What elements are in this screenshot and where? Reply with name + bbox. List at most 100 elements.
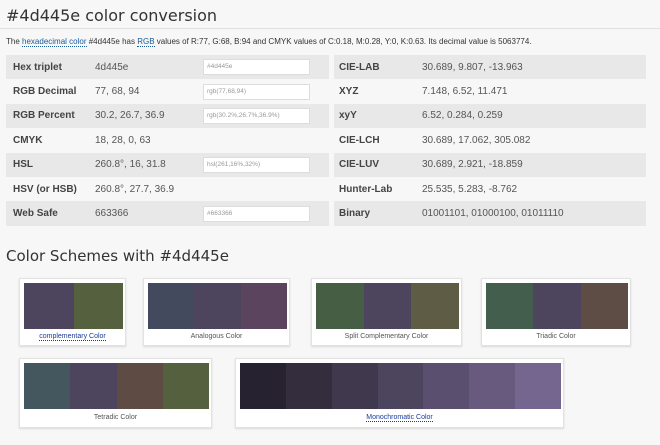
scheme-label-text: Triadic Color bbox=[536, 333, 576, 340]
format-value: 30.2, 26.7, 36.9 bbox=[95, 103, 203, 129]
format-value: 18, 28, 0, 63 bbox=[95, 128, 203, 153]
color-scheme-card[interactable]: Triadic Color bbox=[481, 278, 631, 346]
css-value-field[interactable]: rgb(77,68,94) bbox=[203, 83, 310, 100]
color-swatch[interactable] bbox=[194, 283, 241, 329]
format-label: XYZ bbox=[334, 79, 422, 104]
page-title: #4d445e color conversion bbox=[6, 6, 218, 25]
rgb-link[interactable]: RGB bbox=[137, 37, 155, 47]
color-swatch[interactable] bbox=[148, 283, 195, 329]
css-value-cell: rgb(30.2%,26.7%,36.9%) bbox=[203, 103, 329, 129]
color-scheme-card[interactable]: Split Complementary Color bbox=[311, 278, 462, 346]
color-swatch[interactable] bbox=[377, 363, 424, 409]
hexadecimal-color-link[interactable]: hexadecimal color bbox=[22, 37, 87, 47]
conversion-row: HSV (or HSB) 260.8°, 27.7, 36.9 Hunter-Lab… bbox=[6, 176, 646, 202]
css-value-cell bbox=[203, 176, 329, 202]
scheme-label: Triadic Color bbox=[482, 333, 630, 340]
swatch-strip bbox=[24, 283, 123, 329]
css-value-cell: hsl(261,16%,32%) bbox=[203, 152, 329, 177]
css-value-field[interactable]: #663366 bbox=[203, 205, 310, 222]
format-label: CMYK bbox=[6, 128, 95, 153]
conversion-row: HSL 260.8°, 16, 31.8 hsl(261,16%,32%) CIE-L… bbox=[6, 152, 646, 177]
format-value: 663366 bbox=[95, 201, 203, 226]
format-label: RGB Decimal bbox=[6, 79, 95, 104]
format-value: 30.689, 17.062, 305.082 bbox=[422, 128, 646, 153]
color-swatch[interactable] bbox=[469, 363, 516, 409]
scheme-label: Analogous Color bbox=[144, 333, 289, 340]
css-value-field[interactable]: rgb(30.2%,26.7%,36.9%) bbox=[203, 107, 310, 124]
format-value: 6.52, 0.284, 0.259 bbox=[422, 103, 646, 129]
color-swatch[interactable] bbox=[240, 363, 286, 409]
css-value-cell: #4d445e bbox=[203, 55, 329, 80]
color-swatch[interactable] bbox=[580, 283, 628, 329]
css-value-field[interactable]: #4d445e bbox=[203, 59, 310, 76]
scheme-label-text[interactable]: complementary Color bbox=[39, 333, 106, 341]
format-value: 01001101, 01000100, 01011110 bbox=[422, 201, 646, 226]
intro-rest: values of R:77, G:68, B:94 and CMYK valu… bbox=[154, 37, 532, 46]
format-label: Hunter-Lab bbox=[334, 176, 422, 202]
format-label: Hex triplet bbox=[6, 55, 95, 80]
conversion-row: RGB Percent 30.2, 26.7, 36.9 rgb(30.2%,26.… bbox=[6, 103, 646, 129]
color-swatch[interactable] bbox=[533, 283, 581, 329]
css-value-cell bbox=[203, 128, 329, 153]
color-swatch[interactable] bbox=[331, 363, 378, 409]
color-swatch[interactable] bbox=[316, 283, 364, 329]
color-swatch[interactable] bbox=[24, 363, 71, 409]
swatch-strip bbox=[24, 363, 209, 409]
scheme-label[interactable]: complementary Color bbox=[20, 333, 125, 341]
format-label: HSV (or HSB) bbox=[6, 176, 95, 202]
intro-pre: The bbox=[6, 37, 23, 46]
schemes-title: Color Schemes with #4d445e bbox=[6, 247, 229, 265]
format-value: 77, 68, 94 bbox=[95, 79, 203, 104]
color-swatch[interactable] bbox=[411, 283, 459, 329]
scheme-label-text[interactable]: Monochromatic Color bbox=[366, 414, 433, 422]
intro-mid: #4d445e has bbox=[86, 37, 138, 46]
conversion-table: Hex triplet 4d445e #4d445e CIE-LAB 30.689, 9… bbox=[6, 55, 646, 226]
format-label: Binary bbox=[334, 201, 422, 226]
color-swatch[interactable] bbox=[24, 283, 74, 329]
format-label: RGB Percent bbox=[6, 103, 95, 129]
color-swatch[interactable] bbox=[285, 363, 332, 409]
conversion-row: RGB Decimal 77, 68, 94 rgb(77,68,94) XYZ 7.1… bbox=[6, 79, 646, 104]
format-value: 30.689, 2.921, -18.859 bbox=[422, 152, 646, 177]
conversion-row: Hex triplet 4d445e #4d445e CIE-LAB 30.689, 9… bbox=[6, 55, 646, 80]
scheme-label: Tetradic Color bbox=[20, 414, 211, 421]
format-label: Web Safe bbox=[6, 201, 95, 226]
color-swatch[interactable] bbox=[515, 363, 561, 409]
color-swatch[interactable] bbox=[73, 283, 123, 329]
color-swatch[interactable] bbox=[363, 283, 412, 329]
color-scheme-card[interactable]: Monochromatic Color bbox=[235, 358, 564, 428]
scheme-label[interactable]: Monochromatic Color bbox=[236, 414, 563, 422]
title-divider bbox=[0, 28, 660, 29]
color-swatch[interactable] bbox=[116, 363, 163, 409]
swatch-strip bbox=[486, 283, 628, 329]
color-swatch[interactable] bbox=[486, 283, 534, 329]
color-swatch[interactable] bbox=[240, 283, 287, 329]
swatch-strip bbox=[240, 363, 561, 409]
scheme-label-text: Analogous Color bbox=[190, 333, 243, 340]
scheme-label-text: Split Complementary Color bbox=[344, 333, 429, 340]
intro-text: The hexadecimal color #4d445e has RGB va… bbox=[6, 37, 532, 47]
format-value: 260.8°, 27.7, 36.9 bbox=[95, 176, 203, 202]
color-swatch[interactable] bbox=[423, 363, 470, 409]
css-value-field[interactable]: hsl(261,16%,32%) bbox=[203, 156, 310, 173]
color-scheme-card[interactable]: Analogous Color bbox=[143, 278, 290, 346]
scheme-label: Split Complementary Color bbox=[312, 333, 461, 340]
css-value-cell: #663366 bbox=[203, 201, 329, 226]
conversion-row: Web Safe 663366 #663366 Binary 01001101, 010… bbox=[6, 201, 646, 226]
swatch-strip bbox=[148, 283, 287, 329]
color-scheme-card[interactable]: Tetradic Color bbox=[19, 358, 212, 428]
format-value: 4d445e bbox=[95, 55, 203, 80]
format-label: CIE-LAB bbox=[334, 55, 422, 80]
scheme-label-text: Tetradic Color bbox=[93, 414, 138, 421]
format-value: 7.148, 6.52, 11.471 bbox=[422, 79, 646, 104]
conversion-row: CMYK 18, 28, 0, 63 CIE-LCH 30.689, 17.062, … bbox=[6, 128, 646, 153]
color-swatch[interactable] bbox=[162, 363, 209, 409]
swatch-strip bbox=[316, 283, 459, 329]
format-label: xyY bbox=[334, 103, 422, 129]
css-value-cell: rgb(77,68,94) bbox=[203, 79, 329, 104]
format-value: 260.8°, 16, 31.8 bbox=[95, 152, 203, 177]
format-value: 30.689, 9.807, -13.963 bbox=[422, 55, 646, 80]
color-scheme-card[interactable]: complementary Color bbox=[19, 278, 126, 346]
color-swatch[interactable] bbox=[70, 363, 117, 409]
format-label: CIE-LUV bbox=[334, 152, 422, 177]
